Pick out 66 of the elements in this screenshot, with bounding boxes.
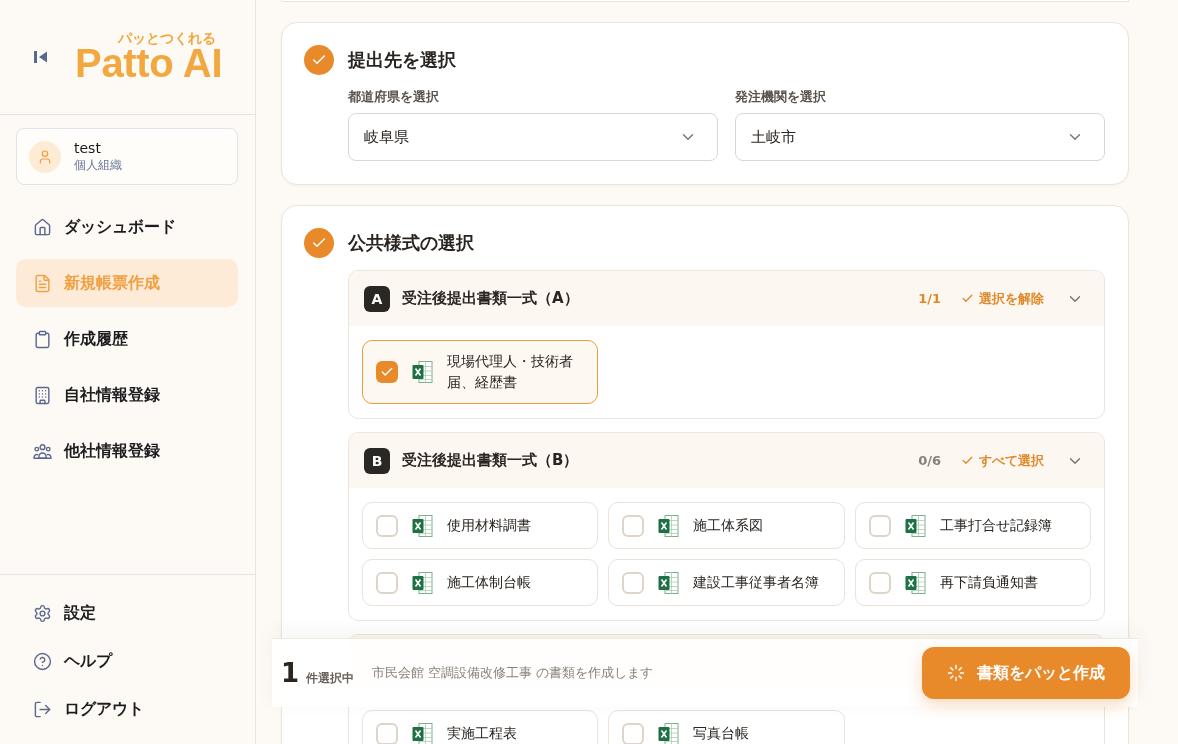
- users-icon: [33, 441, 52, 461]
- user-name: test: [74, 140, 102, 158]
- building-icon: [33, 385, 52, 405]
- form-option[interactable]: 実施工程表: [362, 710, 599, 744]
- form-option[interactable]: 再下請負通知書: [854, 559, 1091, 606]
- spreadsheet-icon: [412, 513, 433, 538]
- spreadsheet-icon: [658, 721, 680, 744]
- check-icon: [961, 292, 974, 305]
- spreadsheet-icon: [658, 570, 680, 595]
- selection-count: 0/6: [918, 453, 941, 468]
- form-option[interactable]: 写真台帳: [608, 710, 845, 744]
- collapse-sidebar-icon[interactable]: [34, 50, 48, 64]
- spreadsheet-icon: [412, 360, 433, 384]
- checkbox[interactable]: [622, 514, 645, 537]
- group-title: 受注後提出書類一式（A）: [402, 289, 580, 308]
- document-icon: [33, 273, 52, 293]
- checkbox[interactable]: [868, 571, 891, 594]
- checkbox[interactable]: [376, 571, 398, 594]
- checkbox[interactable]: [622, 722, 645, 744]
- settings-icon: [33, 603, 52, 623]
- summary-text: 市民会館 空調設備改修工事 の書類を作成します: [372, 664, 654, 682]
- help-icon: [33, 651, 52, 671]
- nav-item[interactable]: ダッシュボード: [16, 203, 238, 251]
- select-field[interactable]: 岐阜県: [348, 113, 718, 161]
- checkbox[interactable]: [376, 361, 398, 383]
- spreadsheet-icon: [412, 570, 433, 595]
- form-option[interactable]: 施工体系図: [608, 502, 845, 549]
- selected-count: 1: [281, 659, 300, 686]
- checkbox[interactable]: [622, 571, 645, 594]
- nav-item[interactable]: ヘルプ: [16, 641, 238, 681]
- form-option[interactable]: 工事打合せ記録簿: [854, 502, 1091, 549]
- selection-count: 1/1: [918, 291, 941, 306]
- group-title: 受注後提出書類一式（B）: [402, 451, 580, 470]
- nav-item[interactable]: 自社情報登録: [16, 371, 238, 419]
- avatar-icon: [29, 140, 61, 173]
- form-option[interactable]: 建設工事従事者名簿: [608, 559, 845, 606]
- section-title: 公共様式の選択: [348, 231, 474, 255]
- select-field[interactable]: 土岐市: [735, 113, 1105, 161]
- home-icon: [33, 217, 52, 237]
- nav-item[interactable]: 作成履歴: [16, 315, 238, 363]
- clipboard-icon: [33, 329, 52, 349]
- checkbox[interactable]: [376, 514, 398, 537]
- section-title: 提出先を選択: [348, 48, 456, 72]
- user-card[interactable]: test 個人組織: [16, 128, 238, 185]
- form-option[interactable]: 現場代理人・技術者届、経歴書: [362, 340, 599, 404]
- checkbox[interactable]: [868, 514, 891, 537]
- field-label: 都道府県を選択: [348, 88, 440, 106]
- organization-name: 個人組織: [74, 158, 122, 173]
- selected-count-label: 件選択中: [306, 669, 355, 687]
- nav-item[interactable]: 設定: [16, 593, 238, 633]
- nav-item[interactable]: 他社情報登録: [16, 427, 238, 475]
- spreadsheet-icon: [904, 513, 926, 538]
- spreadsheet-icon: [658, 513, 680, 538]
- spreadsheet-icon: [412, 721, 433, 744]
- spreadsheet-icon: [904, 570, 926, 595]
- group-letter: B: [364, 447, 390, 474]
- group-letter: A: [364, 285, 390, 312]
- check-icon: [380, 365, 394, 379]
- field-label: 発注機関を選択: [735, 88, 827, 106]
- loader-icon: [947, 664, 965, 682]
- check-icon: [961, 454, 974, 467]
- form-option[interactable]: 使用材料調書: [362, 502, 599, 549]
- form-option[interactable]: 施工体制台帳: [362, 559, 599, 606]
- logout-icon: [33, 699, 52, 719]
- checkbox[interactable]: [376, 722, 398, 744]
- nav-item[interactable]: ログアウト: [16, 689, 238, 729]
